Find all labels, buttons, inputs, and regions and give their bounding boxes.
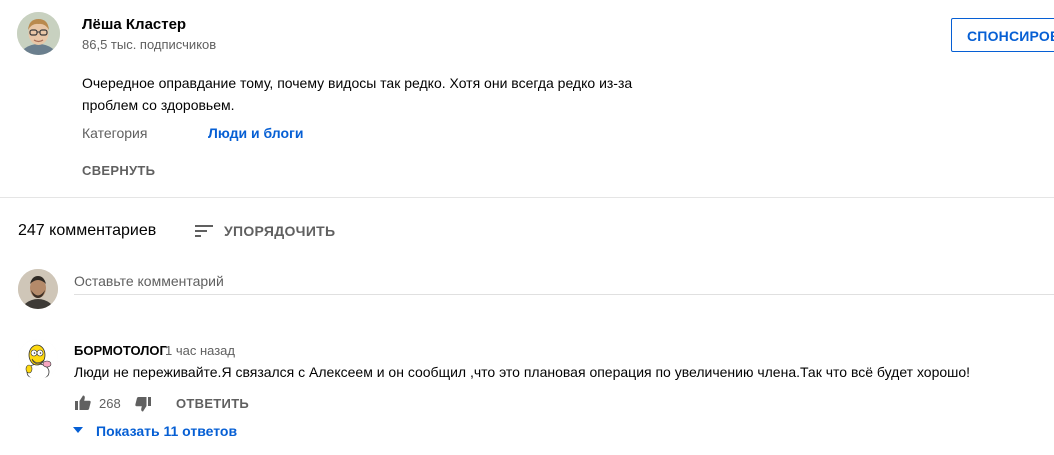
sort-button[interactable]: УПОРЯДОЧИТЬ: [224, 223, 335, 239]
show-replies-button[interactable]: Показать 11 ответов: [96, 423, 237, 439]
comment-author-avatar[interactable]: [18, 339, 58, 379]
category-label: Категория: [82, 125, 148, 141]
description-line: Очередное оправдание тому, почему видосы…: [82, 75, 633, 91]
comment-input[interactable]: [74, 268, 1054, 295]
user-avatar-image: [18, 269, 58, 309]
collapse-button[interactable]: СВЕРНУТЬ: [82, 163, 155, 178]
sort-icon[interactable]: [194, 223, 214, 239]
avatar[interactable]: [18, 269, 58, 309]
reply-button[interactable]: ОТВЕТИТЬ: [176, 396, 249, 411]
divider: [0, 197, 1054, 198]
channel-name[interactable]: Лёша Кластер: [82, 16, 186, 33]
channel-avatar[interactable]: [17, 12, 60, 55]
comment-timestamp[interactable]: 1 час назад: [165, 343, 235, 358]
comment-author[interactable]: БОРМОТОЛОГ: [74, 343, 167, 358]
comments-count: 247 комментариев: [18, 222, 157, 239]
description-line: проблем со здоровьем.: [82, 97, 235, 113]
like-count: 268: [99, 396, 121, 411]
subscriber-count: 86,5 тыс. подписчиков: [82, 37, 217, 52]
comment-text: Люди не переживайте.Я связался с Алексее…: [74, 364, 971, 380]
video-description: Очередное оправдание тому, почему видосы…: [82, 72, 682, 116]
chevron-down-icon[interactable]: [73, 427, 83, 433]
like-icon[interactable]: [74, 394, 92, 412]
sponsor-button[interactable]: СПОНСИРОВАТЬ: [951, 18, 1054, 52]
category-link[interactable]: Люди и блоги: [208, 125, 303, 141]
dislike-icon[interactable]: [134, 395, 152, 413]
homer-avatar-image: [18, 339, 58, 379]
channel-avatar-image: [17, 12, 60, 55]
